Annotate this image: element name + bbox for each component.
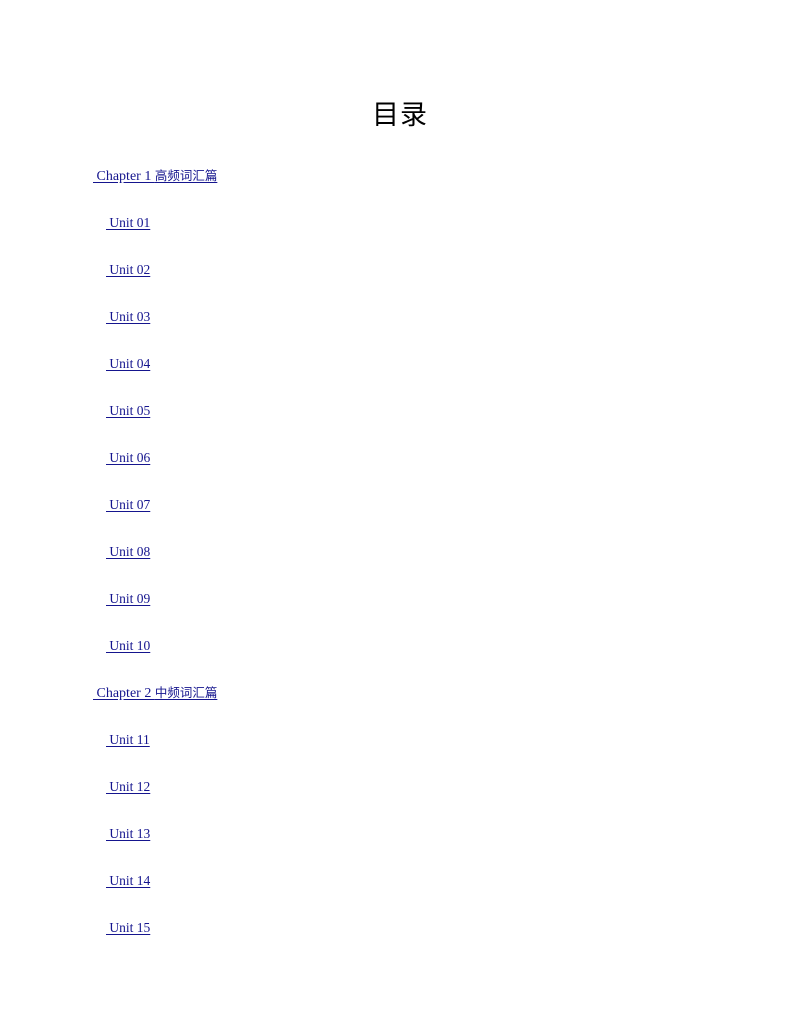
- toc-entry: Unit 08: [0, 542, 800, 589]
- toc-link-unit[interactable]: Unit 13: [106, 824, 150, 844]
- toc-link-unit[interactable]: Unit 12: [106, 777, 150, 797]
- toc-entry: Unit 09: [0, 589, 800, 636]
- toc-entry: Unit 11: [0, 730, 800, 777]
- toc-link-unit[interactable]: Unit 05: [106, 401, 150, 421]
- toc-link-unit[interactable]: Unit 04: [106, 354, 150, 374]
- toc-link-unit[interactable]: Unit 08: [106, 542, 150, 562]
- toc-entry: Unit 14: [0, 871, 800, 918]
- toc-entry: Unit 03: [0, 307, 800, 354]
- toc-entry: Unit 01: [0, 213, 800, 260]
- page-title: 目录: [372, 100, 428, 130]
- toc-entry: Chapter 1 高频词汇篇: [0, 166, 800, 213]
- toc-entry-cjk-text: 高频词汇篇: [154, 168, 218, 183]
- toc-link-unit[interactable]: Unit 03: [106, 307, 150, 327]
- document-page: 目录 Chapter 1 高频词汇篇 Unit 01 Unit 02 Unit …: [0, 0, 800, 1036]
- toc-entry-latin-text: Chapter 1: [93, 169, 155, 184]
- toc-link-unit[interactable]: Unit 11: [106, 730, 149, 750]
- toc-entry: Unit 05: [0, 401, 800, 448]
- toc-entry: Unit 06: [0, 448, 800, 495]
- toc-link-unit[interactable]: Unit 06: [106, 448, 150, 468]
- toc-entry-latin-text: Chapter 2: [93, 686, 155, 701]
- toc-link-unit[interactable]: Unit 07: [106, 495, 150, 515]
- toc-link-unit[interactable]: Unit 14: [106, 871, 150, 891]
- toc-entry: Unit 15: [0, 918, 800, 965]
- toc-link-unit[interactable]: Unit 02: [106, 260, 150, 280]
- toc-link-unit[interactable]: Unit 10: [106, 636, 150, 656]
- toc-entry: Unit 12: [0, 777, 800, 824]
- toc-entry: Unit 10: [0, 636, 800, 683]
- toc-link-chapter[interactable]: Chapter 2 中频词汇篇: [93, 683, 218, 704]
- toc-entry: Unit 02: [0, 260, 800, 307]
- toc-link-unit[interactable]: Unit 15: [106, 918, 150, 938]
- table-of-contents: Chapter 1 高频词汇篇 Unit 01 Unit 02 Unit 03 …: [0, 166, 800, 965]
- toc-entry-cjk-text: 中频词汇篇: [154, 685, 218, 700]
- toc-link-unit[interactable]: Unit 01: [106, 213, 150, 233]
- toc-entry: Unit 04: [0, 354, 800, 401]
- toc-entry: Unit 13: [0, 824, 800, 871]
- toc-link-chapter[interactable]: Chapter 1 高频词汇篇: [93, 166, 218, 187]
- toc-link-unit[interactable]: Unit 09: [106, 589, 150, 609]
- toc-entry: Chapter 2 中频词汇篇: [0, 683, 800, 730]
- toc-entry: Unit 07: [0, 495, 800, 542]
